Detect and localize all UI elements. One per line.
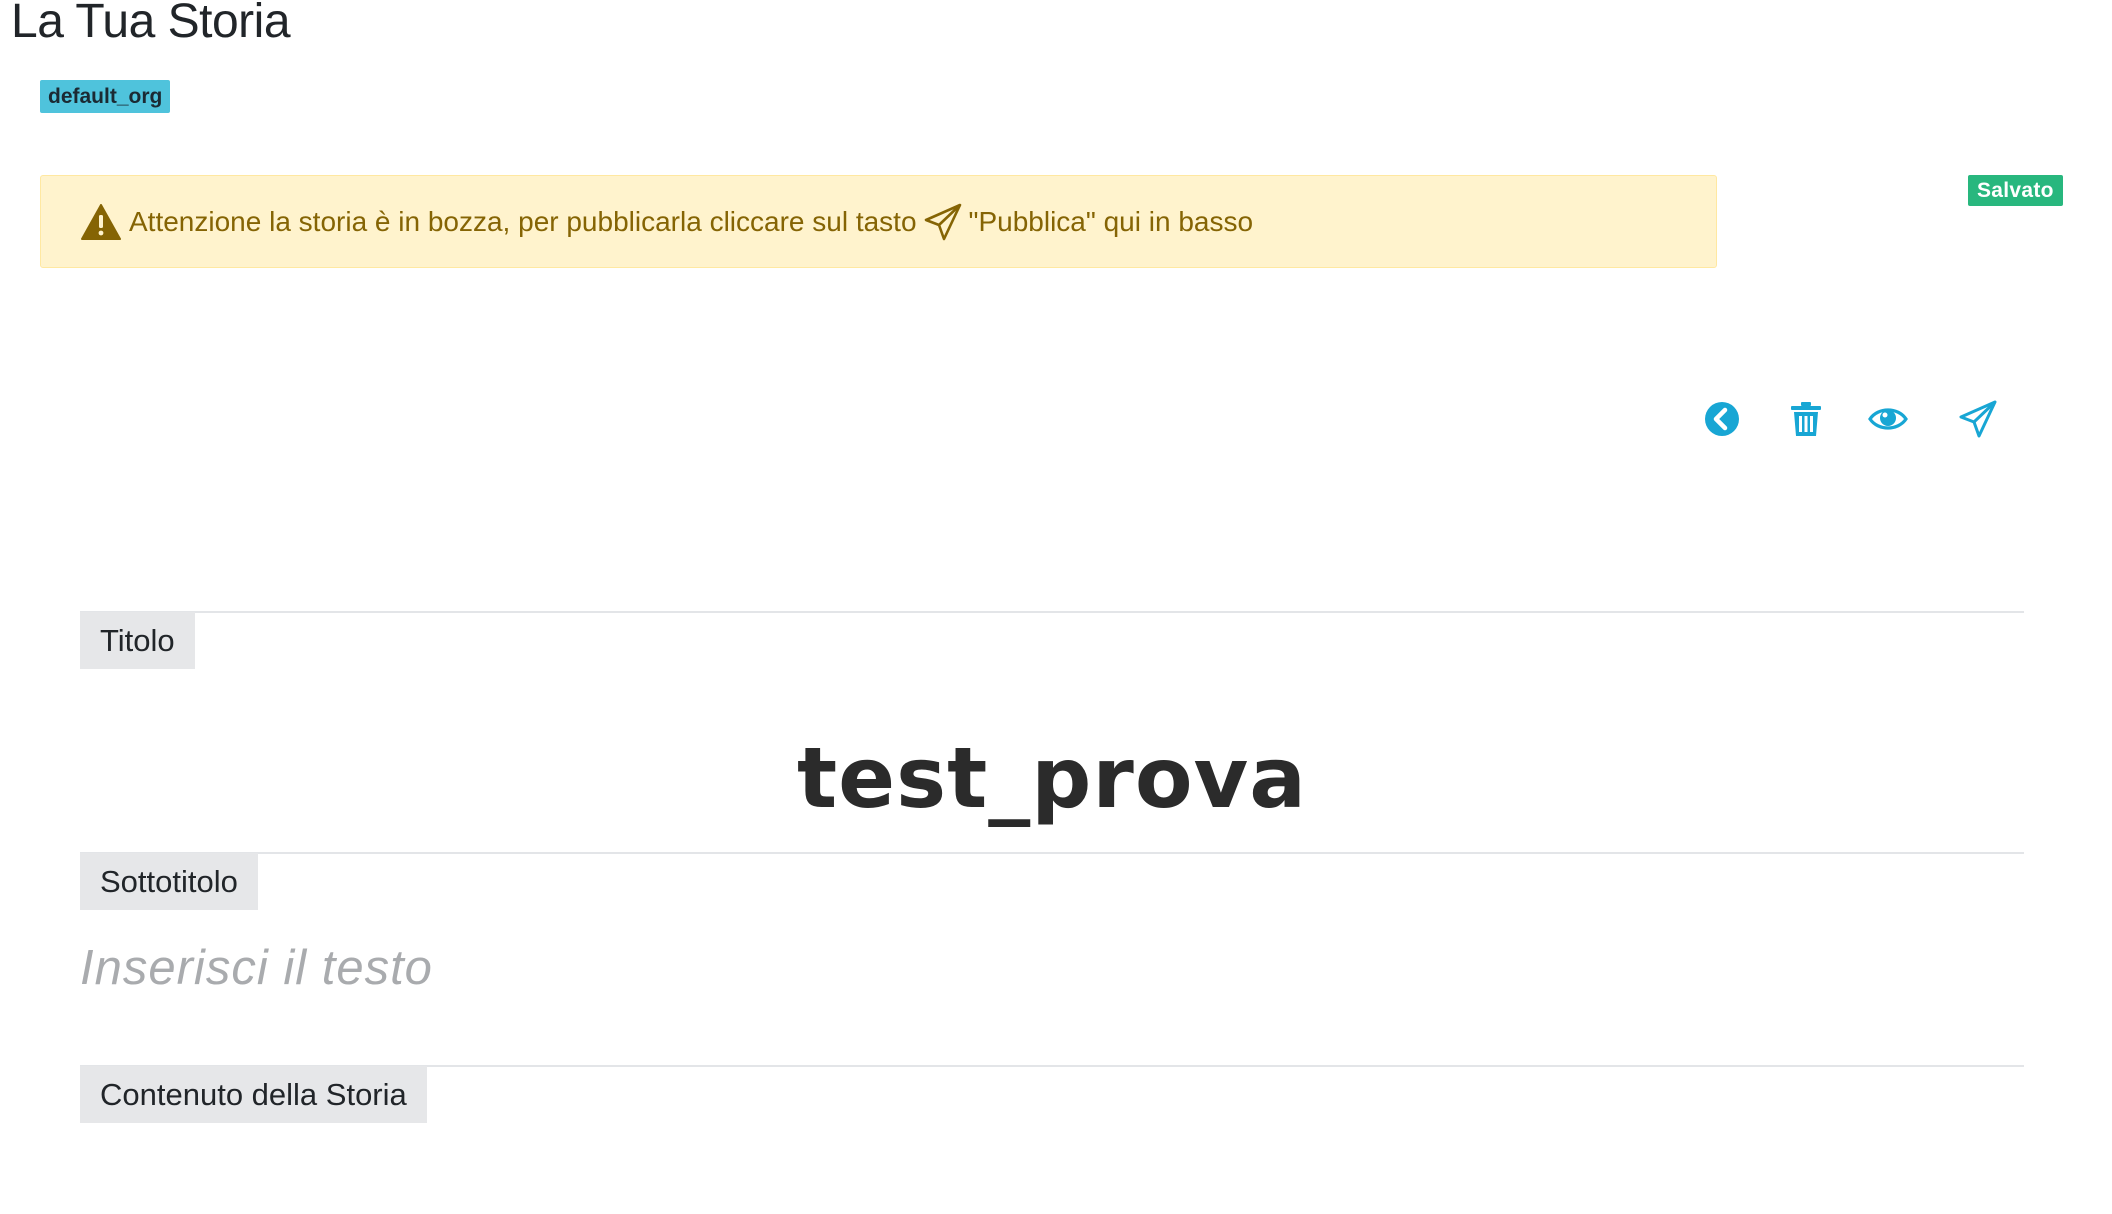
trash-icon bbox=[1790, 401, 1822, 437]
story-editor-page: La Tua Storia default_org Attenzione la … bbox=[0, 0, 2112, 1214]
draft-warning-alert: Attenzione la storia è in bozza, per pub… bbox=[40, 175, 1717, 268]
publish-button[interactable] bbox=[1956, 397, 2000, 441]
preview-button[interactable] bbox=[1866, 397, 1910, 441]
page-title: La Tua Storia bbox=[11, 0, 291, 48]
saved-status-badge: Salvato bbox=[1968, 175, 2063, 206]
subtitle-input[interactable]: Inserisci il testo bbox=[80, 935, 2024, 1001]
subtitle-section-divider bbox=[80, 852, 2024, 854]
chevron-left-circle-icon bbox=[1704, 401, 1740, 437]
org-badge: default_org bbox=[40, 80, 171, 113]
alert-text-after: "Pubblica" qui in basso bbox=[968, 205, 1254, 237]
back-button[interactable] bbox=[1700, 397, 1744, 441]
story-title-field[interactable]: test_prova bbox=[80, 728, 2024, 828]
story-toolbar bbox=[1700, 397, 2020, 441]
title-section-divider bbox=[80, 611, 2024, 613]
warning-triangle-icon bbox=[81, 203, 121, 240]
paper-plane-icon bbox=[923, 202, 963, 242]
subtitle-label: Sottotitolo bbox=[80, 853, 258, 910]
alert-text-before: Attenzione la storia è in bozza, per pub… bbox=[129, 205, 917, 237]
delete-button[interactable] bbox=[1784, 397, 1828, 441]
title-label: Titolo bbox=[80, 612, 195, 669]
content-label: Contenuto della Storia bbox=[80, 1066, 427, 1123]
paper-plane-icon bbox=[1958, 399, 1998, 439]
eye-icon bbox=[1868, 405, 1908, 433]
